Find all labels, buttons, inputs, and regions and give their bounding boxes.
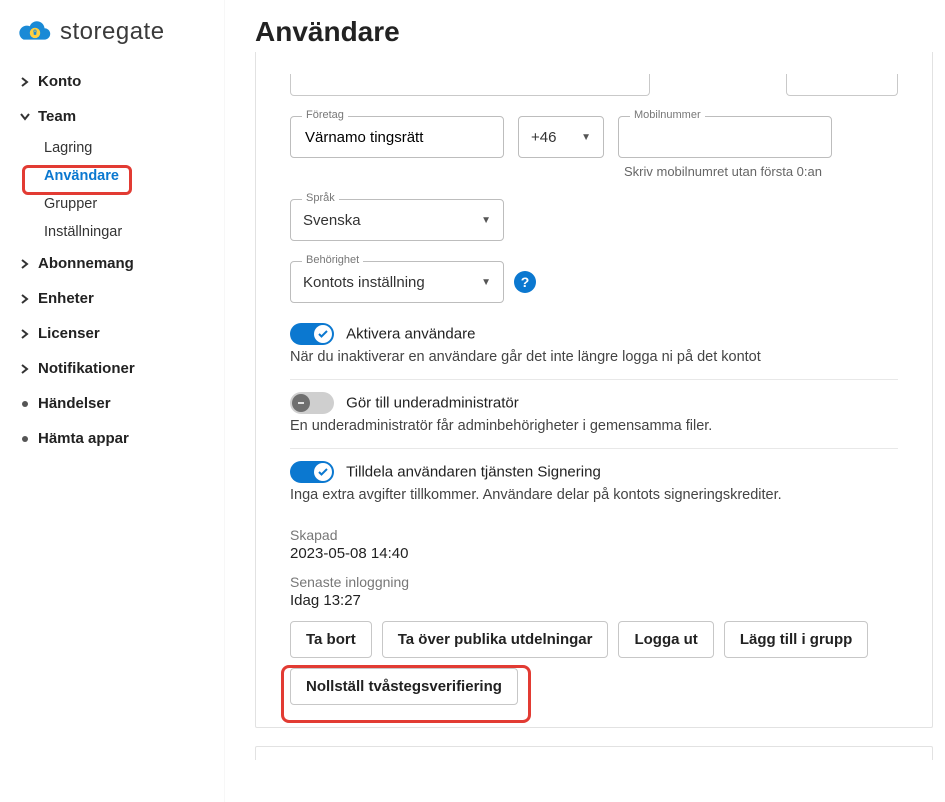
sidebar-item-abonnemang[interactable]: Abonnemang [16, 246, 220, 281]
chevron-right-icon [18, 259, 32, 269]
sidebar-item-label: Notifikationer [38, 360, 135, 377]
sidebar-item-label: Enheter [38, 290, 94, 307]
toggle-desc: Inga extra avgifter tillkommer. Användar… [290, 487, 898, 503]
toggle-desc: En underadministratör får adminbehörighe… [290, 418, 898, 434]
brand-text: storegate [60, 18, 165, 46]
senaste-value: Idag 13:27 [290, 592, 898, 609]
logga-ut-button[interactable]: Logga ut [618, 621, 713, 658]
toggle-label: Tilldela användaren tjänsten Signering [346, 464, 601, 481]
page-title: Användare [255, 16, 933, 48]
toggle-signering[interactable] [290, 461, 334, 483]
sidebar-item-anvandare[interactable]: Användare [16, 162, 220, 190]
chevron-down-icon: ▼ [581, 132, 591, 143]
chevron-down-icon [18, 113, 32, 121]
sprak-select[interactable]: Svenska ▼ [290, 199, 504, 241]
skapad-value: 2023-05-08 14:40 [290, 545, 898, 562]
senaste-label: Senaste inloggning [290, 574, 898, 590]
behorighet-select[interactable]: Kontots inställning ▼ [290, 261, 504, 303]
divider [290, 448, 898, 449]
sidebar-item-hamta-appar[interactable]: Hämta appar [16, 421, 220, 456]
truncated-field[interactable] [290, 74, 650, 96]
chevron-right-icon [18, 329, 32, 339]
chevron-down-icon: ▼ [481, 215, 491, 226]
user-form-card: Företag +46 ▼ Mobilnummer Skriv mobilnum… [255, 52, 933, 728]
skapad-label: Skapad [290, 527, 898, 543]
ta-bort-button[interactable]: Ta bort [290, 621, 372, 658]
sidebar-item-label: Licenser [38, 325, 100, 342]
brand-logo: storegate [16, 18, 220, 46]
sidebar-item-team[interactable]: Team [16, 99, 220, 134]
truncated-field[interactable] [786, 74, 898, 96]
sprak-value: Svenska [303, 212, 361, 229]
nollstall-2fa-button[interactable]: Nollställ tvåstegsverifiering [290, 668, 518, 705]
sidebar-item-label: Händelser [38, 395, 111, 412]
dialcode-select[interactable]: +46 ▼ [518, 116, 604, 158]
main-area: Användare Företag +46 ▼ Mobilnum [225, 0, 945, 802]
sidebar-item-lagring[interactable]: Lagring [16, 134, 220, 162]
chevron-down-icon: ▼ [481, 277, 491, 288]
sidebar-item-enheter[interactable]: Enheter [16, 281, 220, 316]
mobil-field[interactable] [618, 116, 832, 158]
sidebar-item-notifikationer[interactable]: Notifikationer [16, 351, 220, 386]
chevron-right-icon [18, 364, 32, 374]
field-label: Behörighet [302, 254, 363, 266]
toggle-label: Aktivera användare [346, 326, 475, 343]
lagg-till-grupp-button[interactable]: Lägg till i grupp [724, 621, 869, 658]
sidebar-item-label: Abonnemang [38, 255, 134, 272]
mobil-hint: Skriv mobilnumret utan första 0:an [618, 164, 828, 179]
bullet-icon [22, 401, 28, 407]
foretag-field[interactable] [290, 116, 504, 158]
sidebar-item-licenser[interactable]: Licenser [16, 316, 220, 351]
ta-over-button[interactable]: Ta över publika utdelningar [382, 621, 609, 658]
sidebar-item-label: Konto [38, 73, 81, 90]
dialcode-value: +46 [531, 129, 556, 146]
sidebar-item-grupper[interactable]: Grupper [16, 190, 220, 218]
toggle-label: Gör till underadministratör [346, 395, 519, 412]
toggle-aktivera[interactable] [290, 323, 334, 345]
cloud-icon [16, 18, 54, 46]
behorighet-value: Kontots inställning [303, 274, 425, 291]
help-icon[interactable]: ? [514, 271, 536, 293]
divider [290, 379, 898, 380]
sidebar-item-label: Hämta appar [38, 430, 129, 447]
sidebar: storegate Konto Team Lagring Användare G… [0, 0, 225, 802]
sidebar-item-installningar[interactable]: Inställningar [16, 218, 220, 246]
chevron-right-icon [18, 77, 32, 87]
next-card-peek [255, 746, 933, 760]
bullet-icon [22, 436, 28, 442]
sidebar-item-handelser[interactable]: Händelser [16, 386, 220, 421]
field-label: Språk [302, 192, 339, 204]
chevron-right-icon [18, 294, 32, 304]
toggle-desc: När du inaktiverar en användare går det … [290, 349, 898, 365]
field-label: Mobilnummer [630, 109, 705, 121]
sidebar-item-konto[interactable]: Konto [16, 64, 220, 99]
sidebar-item-label: Team [38, 108, 76, 125]
toggle-underadmin[interactable] [290, 392, 334, 414]
field-label: Företag [302, 109, 348, 121]
